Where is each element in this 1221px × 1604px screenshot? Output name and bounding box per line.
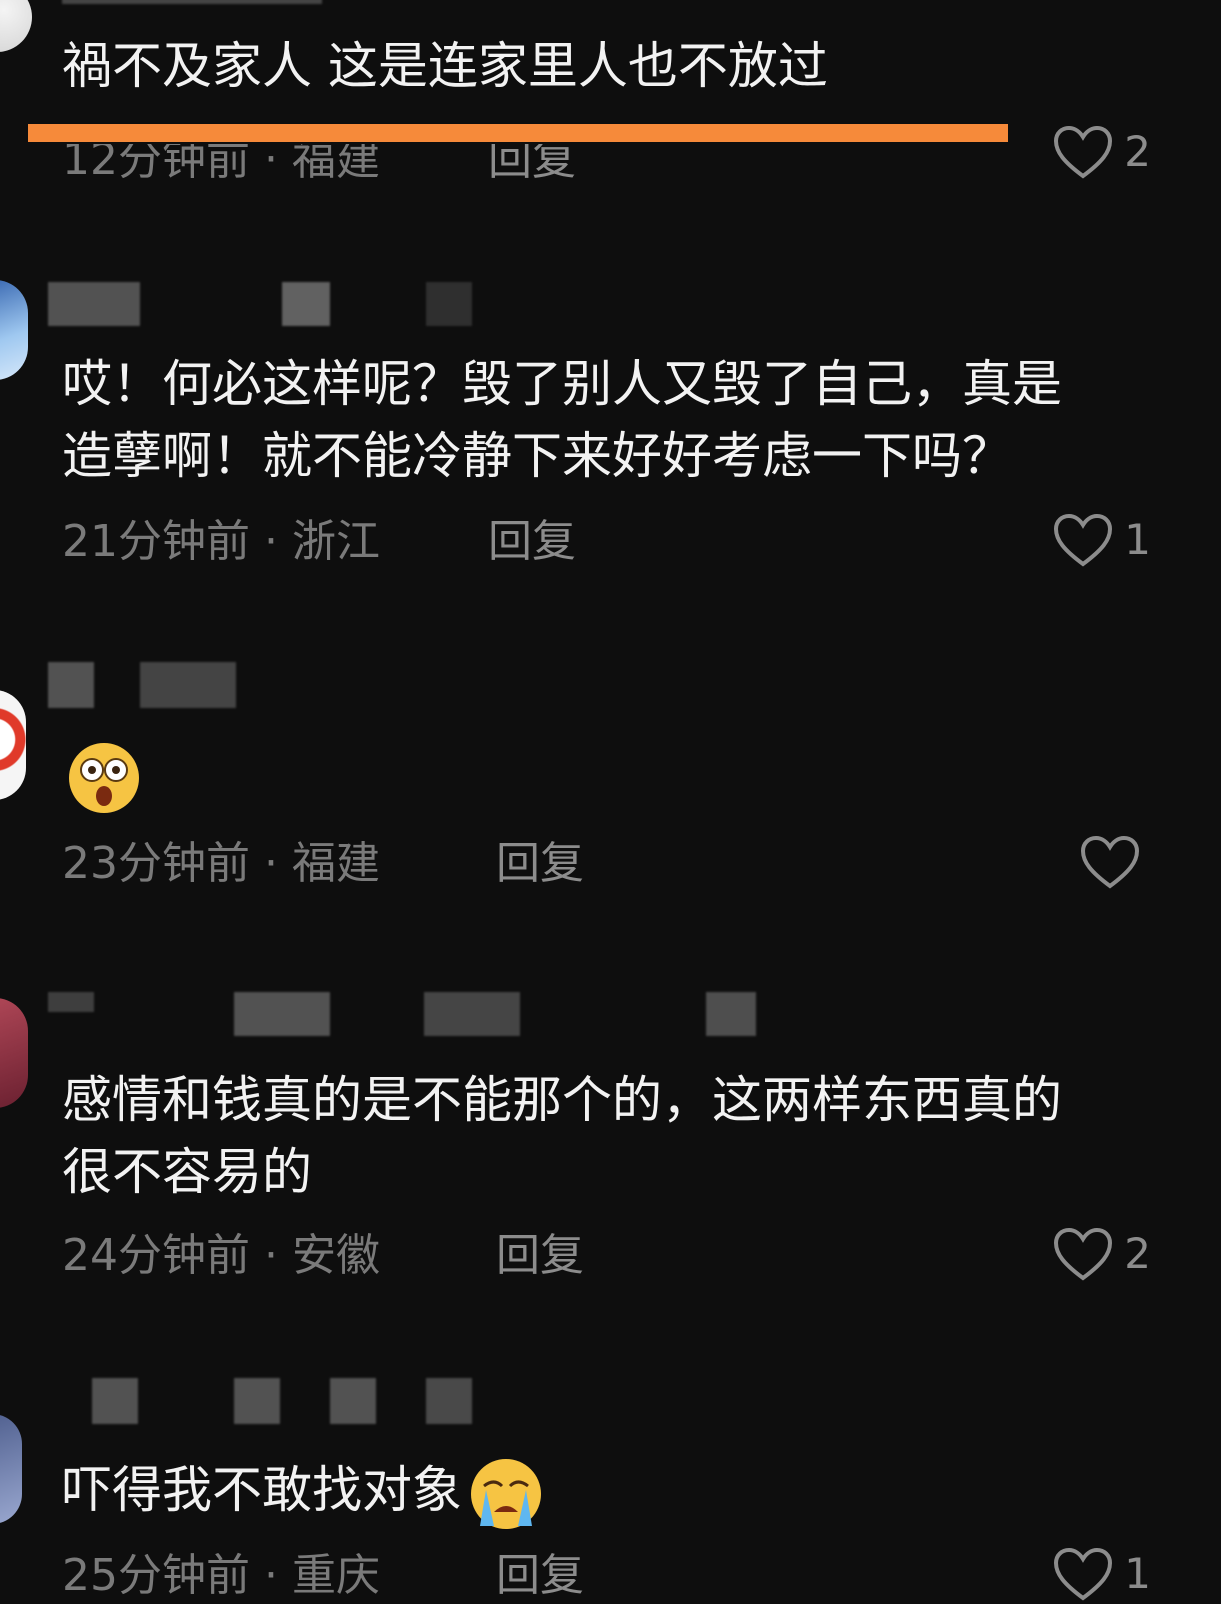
reply-button[interactable]: 回复: [496, 836, 584, 892]
reply-button[interactable]: 回复: [496, 1228, 584, 1284]
separator: ·: [264, 1230, 278, 1281]
username-blurred[interactable]: [48, 662, 94, 708]
like-button[interactable]: 2: [1052, 1226, 1151, 1282]
username-blurred[interactable]: [48, 992, 94, 1012]
username-blurred[interactable]: [62, 0, 322, 4]
heart-icon: [1080, 835, 1140, 889]
avatar[interactable]: [0, 998, 28, 1108]
heart-icon: [1054, 1227, 1113, 1281]
like-count: 1: [1124, 1549, 1151, 1598]
username-blurred[interactable]: [424, 992, 520, 1036]
comment-item: 吓得我不敢找对象 25分钟前 · 重庆 回复 1: [0, 1370, 1221, 1601]
comment-text-line-2: 造孽啊！就不能冷静下来好好考虑一下吗？: [62, 427, 1012, 485]
comment-text-line-1: 感情和钱真的是不能那个的，这两样东西真的: [62, 1071, 1062, 1129]
separator: ·: [264, 838, 278, 889]
username-blurred[interactable]: [140, 662, 236, 708]
comment-item: 禍不及家人 这是连家里人也不放过 12分钟前 · 福建 回复 2: [0, 0, 1221, 200]
avatar[interactable]: [0, 1414, 22, 1524]
username-blurred[interactable]: [234, 992, 330, 1036]
username-blurred[interactable]: [330, 1378, 376, 1424]
like-button[interactable]: 2: [1052, 124, 1151, 180]
username-blurred[interactable]: [282, 282, 330, 326]
comment-location: 安徽: [292, 1230, 380, 1281]
like-button[interactable]: 1: [1052, 1546, 1151, 1602]
username-blurred[interactable]: [48, 282, 140, 326]
comment-item: 感情和钱真的是不能那个的，这两样东西真的 很不容易的 24分钟前 · 安徽 回复…: [0, 980, 1221, 1310]
username-blurred[interactable]: [706, 992, 756, 1036]
comment-location: 重庆: [292, 1550, 380, 1601]
avatar[interactable]: [0, 0, 32, 52]
comment-location: 浙江: [292, 516, 380, 567]
comment-time: 25分钟前: [62, 1550, 250, 1601]
comment-meta: 25分钟前 · 重庆: [62, 1548, 380, 1604]
comment-location: 福建: [292, 838, 380, 889]
username-blurred[interactable]: [234, 1378, 280, 1424]
crying-face-emoji: [468, 1456, 544, 1532]
comment-text-content: 吓得我不敢找对象: [62, 1461, 462, 1519]
heart-icon: [1054, 513, 1113, 567]
comment-meta: 24分钟前 · 安徽: [62, 1228, 380, 1284]
comment-text: 吓得我不敢找对象: [62, 1454, 1221, 1532]
like-count: 2: [1124, 127, 1151, 176]
highlight-underline: [28, 124, 1008, 142]
username-blurred[interactable]: [92, 1378, 138, 1424]
comment-text: 禍不及家人 这是连家里人也不放过: [62, 37, 828, 95]
separator: ·: [264, 516, 278, 567]
like-button[interactable]: [1079, 834, 1151, 890]
comment-text-line-1: 哎！何必这样呢？毁了别人又毁了自己，真是: [62, 355, 1062, 413]
heart-icon: [1054, 1547, 1113, 1601]
like-button[interactable]: 1: [1052, 512, 1151, 568]
avatar[interactable]: [0, 690, 26, 800]
comment-meta: 23分钟前 · 福建: [62, 836, 380, 892]
comment-time: 21分钟前: [62, 516, 250, 567]
username-blurred[interactable]: [426, 1378, 472, 1424]
comment-item: 哎！何必这样呢？毁了别人又毁了自己，真是 造孽啊！就不能冷静下来好好考虑一下吗？…: [0, 270, 1221, 600]
heart-icon: [1054, 125, 1113, 179]
like-count: 2: [1124, 1229, 1151, 1278]
username-blurred[interactable]: [426, 282, 472, 326]
like-count: 1: [1124, 515, 1151, 564]
comment-text-line-2: 很不容易的: [62, 1143, 312, 1201]
comment-time: 24分钟前: [62, 1230, 250, 1281]
avatar[interactable]: [0, 280, 28, 380]
shocked-face-emoji: [66, 740, 142, 816]
reply-button[interactable]: 回复: [496, 1548, 584, 1604]
comment-time: 23分钟前: [62, 838, 250, 889]
reply-button[interactable]: 回复: [488, 514, 576, 570]
separator: ·: [264, 1550, 278, 1601]
comment-meta: 21分钟前 · 浙江: [62, 514, 380, 570]
comment-item: 23分钟前 · 福建 回复: [0, 650, 1221, 920]
